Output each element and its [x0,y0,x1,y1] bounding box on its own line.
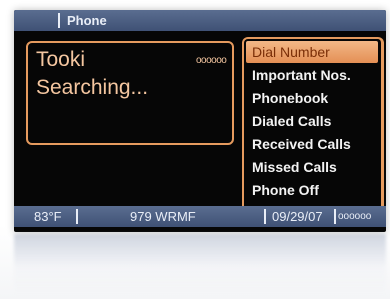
status-divider [264,209,266,224]
menu-item-phone-off[interactable]: Phone Off [252,179,319,201]
menu-item-phonebook[interactable]: Phonebook [252,87,328,109]
title-bar: Phone [14,10,386,31]
infotainment-display-photo: Phone Tooki oooooo Searching... Dial Num… [0,0,390,299]
menu-item-missed-calls[interactable]: Missed Calls [252,156,337,178]
menu-item-dialed-calls[interactable]: Dialed Calls [252,110,331,132]
status-divider [334,209,336,224]
status-divider [76,209,78,224]
screen-reflection [14,234,386,294]
status-bar: 83°F 979 WRMF 09/29/07 oooooo [14,206,386,227]
screen-title: Phone [67,13,107,28]
signal-strength-indicator: oooooo [196,55,227,66]
date-readout: 09/29/07 [272,209,323,224]
radio-station-readout: 979 WRMF [130,209,196,224]
phone-screen: Phone Tooki oooooo Searching... Dial Num… [14,10,386,232]
menu-item-dial-number[interactable]: Dial Number [246,41,378,63]
caller-name: Tooki [36,48,86,71]
signal-strength-indicator: oooooo [338,211,372,222]
call-status-text: Searching... [36,76,149,99]
title-divider [58,13,60,28]
temperature-readout: 83°F [34,209,62,224]
menu-item-received-calls[interactable]: Received Calls [252,133,351,155]
call-status-panel: Tooki oooooo Searching... [26,41,234,145]
phone-menu: Dial Number Important Nos. Phonebook Dia… [242,37,384,225]
menu-item-important-nos[interactable]: Important Nos. [252,64,351,86]
